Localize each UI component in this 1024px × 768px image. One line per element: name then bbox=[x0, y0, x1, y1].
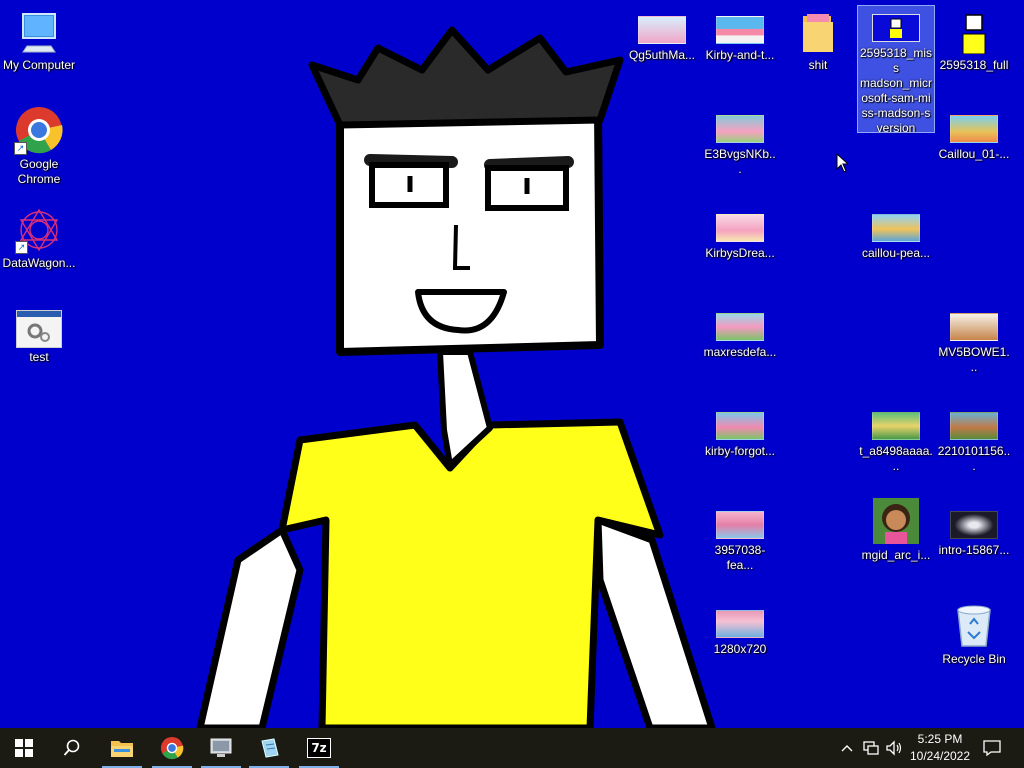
desktop-icon-file[interactable]: shit bbox=[780, 8, 856, 73]
tray-network-button[interactable] bbox=[860, 728, 882, 768]
desktop-icon-file[interactable]: mgid_arc_i... bbox=[858, 498, 934, 563]
settings-file-icon bbox=[16, 310, 62, 348]
kirby-image-icon bbox=[716, 610, 764, 638]
taskbar-file-explorer[interactable] bbox=[98, 728, 146, 768]
dora-image-icon bbox=[873, 498, 919, 544]
kirby-image-icon bbox=[716, 16, 764, 44]
desktop-icon-my-computer[interactable]: My Computer bbox=[1, 8, 77, 73]
desktop-icon-label: 3957038-fea... bbox=[714, 543, 766, 572]
desktop-icon-file[interactable]: KirbysDrea... bbox=[702, 206, 778, 261]
taskbar: 7z 5:25 PM 10/24/2022 bbox=[0, 728, 1024, 768]
taskbar-app-1[interactable] bbox=[197, 728, 245, 768]
chevron-up-icon bbox=[841, 745, 853, 752]
search-button[interactable] bbox=[48, 728, 96, 768]
folder-icon bbox=[801, 12, 835, 54]
computer-icon bbox=[15, 8, 63, 56]
desktop-icon-label: MV5BOWE1... bbox=[938, 345, 1010, 374]
image-icon bbox=[950, 412, 998, 440]
notepad-icon bbox=[261, 738, 279, 758]
chrome-icon: ↗ bbox=[14, 105, 64, 155]
desktop-icon-file[interactable]: Qg5uthMa... bbox=[624, 8, 700, 63]
desktop-icon-label: Recycle Bin bbox=[942, 652, 1006, 666]
kirby-image-icon bbox=[716, 115, 764, 143]
notification-icon bbox=[983, 740, 1001, 756]
desktop-icon-google-chrome[interactable]: ↗ Google Chrome bbox=[1, 105, 77, 187]
windows-logo-icon bbox=[15, 739, 33, 757]
desktop-icon-recycle-bin[interactable]: Recycle Bin bbox=[936, 602, 1012, 667]
desktop-icon-file[interactable]: 2210101156... bbox=[936, 404, 1012, 474]
desktop[interactable]: My Computer ↗ Google Chrome ↗ DataWagon.… bbox=[0, 0, 1024, 728]
desktop-icon-label: t_a8498aaaa... bbox=[859, 444, 933, 473]
shortcut-arrow-icon: ↗ bbox=[15, 241, 28, 254]
clock-time: 5:25 PM bbox=[917, 732, 963, 746]
desktop-icon-label: 2595318_full bbox=[939, 58, 1009, 72]
clock-date: 10/24/2022 bbox=[909, 749, 971, 763]
desktop-icon-label: caillou-pea... bbox=[861, 246, 931, 260]
taskbar-chrome[interactable] bbox=[148, 728, 196, 768]
search-icon bbox=[63, 739, 80, 756]
action-center-button[interactable] bbox=[980, 728, 1004, 768]
desktop-icon-label: E3BvgsNKb... bbox=[704, 147, 776, 176]
kirby-image-icon bbox=[716, 412, 764, 440]
kirby-image-icon bbox=[716, 511, 764, 539]
shortcut-arrow-icon: ↗ bbox=[14, 142, 27, 155]
desktop-icon-file[interactable]: intro-15867... bbox=[936, 503, 1012, 558]
desktop-icon-label: Qg5uthMa... bbox=[628, 48, 696, 62]
monitor-app-icon bbox=[210, 738, 232, 757]
folder-icon bbox=[111, 741, 133, 757]
datawagon-icon: ↗ bbox=[15, 206, 63, 254]
desktop-icon-label: Caillou_01-... bbox=[938, 147, 1010, 161]
kirby-image-icon bbox=[716, 214, 764, 242]
desktop-icon-label: 2595318_miss madson_micr osoft-sam-mi ss… bbox=[859, 46, 933, 135]
desktop-icon-test[interactable]: test bbox=[1, 306, 77, 365]
desktop-icon-file[interactable]: 3957038-fea... bbox=[702, 503, 778, 573]
desktop-icon-label: 1280x720 bbox=[713, 642, 767, 656]
desktop-icon-file[interactable]: 2595318_full bbox=[936, 8, 1012, 73]
desktop-icon-file[interactable]: E3BvgsNKb... bbox=[702, 107, 778, 177]
desktop-icon-file[interactable]: Caillou_01-... bbox=[936, 107, 1012, 162]
network-icon bbox=[863, 741, 879, 755]
taskbar-app-2[interactable] bbox=[245, 728, 293, 768]
desktop-icon-label: intro-15867... bbox=[938, 543, 1010, 557]
mouse-cursor-icon bbox=[836, 153, 848, 173]
desktop-icon-file[interactable]: MV5BOWE1... bbox=[936, 305, 1012, 375]
image-icon bbox=[872, 412, 920, 440]
image-icon bbox=[950, 313, 998, 341]
desktop-icon-label: mgid_arc_i... bbox=[861, 548, 931, 562]
desktop-icon-label: Kirby-and-t... bbox=[705, 48, 775, 62]
desktop-icon-file[interactable]: Kirby-and-t... bbox=[702, 8, 778, 63]
start-button[interactable] bbox=[0, 728, 48, 768]
image-icon bbox=[872, 14, 920, 42]
desktop-icon-file[interactable]: 1280x720 bbox=[702, 602, 778, 657]
kirby-image-icon bbox=[638, 16, 686, 44]
desktop-icon-datawagon[interactable]: ↗ DataWagon... bbox=[1, 206, 77, 271]
desktop-icon-label: shit bbox=[808, 58, 828, 72]
caillou-image-icon bbox=[950, 115, 998, 143]
caillou-image-icon bbox=[872, 214, 920, 242]
desktop-icon-label: KirbysDrea... bbox=[705, 246, 775, 260]
taskbar-7zip[interactable]: 7z bbox=[295, 728, 343, 768]
recycle-bin-icon bbox=[954, 602, 994, 648]
tray-overflow-button[interactable] bbox=[838, 728, 856, 768]
desktop-icon-label: Google Chrome bbox=[17, 157, 61, 186]
desktop-icon-file[interactable]: maxresdefa... bbox=[702, 305, 778, 360]
7zip-icon: 7z bbox=[307, 738, 331, 758]
chrome-icon bbox=[160, 736, 184, 760]
desktop-icon-label: DataWagon... bbox=[2, 256, 76, 270]
taskbar-clock[interactable]: 5:25 PM 10/24/2022 bbox=[900, 731, 980, 765]
image-icon bbox=[950, 511, 998, 539]
desktop-icon-label: My Computer bbox=[2, 58, 76, 72]
desktop-icon-file[interactable]: kirby-forgot... bbox=[702, 404, 778, 459]
desktop-icon-label: 2210101156... bbox=[937, 444, 1011, 473]
desktop-icon-label: test bbox=[29, 350, 49, 364]
kirby-image-icon bbox=[716, 313, 764, 341]
desktop-icon-file[interactable]: t_a8498aaaa... bbox=[858, 404, 934, 474]
desktop-icon-label: maxresdefa... bbox=[703, 345, 777, 359]
desktop-icon-file-selected[interactable]: 2595318_miss madson_micr osoft-sam-mi ss… bbox=[857, 5, 935, 135]
desktop-icon-label: kirby-forgot... bbox=[704, 444, 776, 458]
image-icon bbox=[954, 12, 994, 55]
desktop-icon-file[interactable]: caillou-pea... bbox=[858, 206, 934, 261]
